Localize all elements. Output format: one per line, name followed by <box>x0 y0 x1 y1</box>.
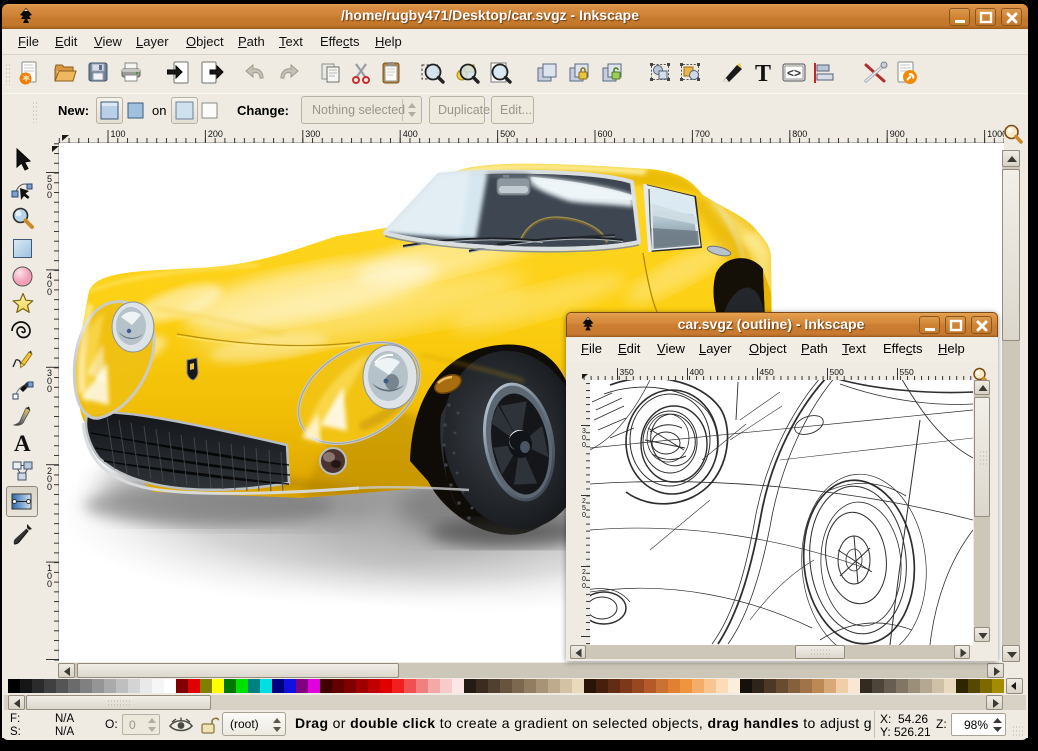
svg-text:600: 600 <box>598 129 613 139</box>
svg-text:500: 500 <box>500 129 515 139</box>
svg-text:0: 0 <box>582 512 586 519</box>
svg-text:T: T <box>755 61 771 87</box>
svg-text:2: 2 <box>582 569 586 576</box>
svg-text:3: 3 <box>582 428 586 435</box>
svg-text:A: A <box>14 431 31 456</box>
svg-text:500: 500 <box>830 367 844 377</box>
svg-text:550: 550 <box>900 367 914 377</box>
svg-text:0: 0 <box>582 442 586 449</box>
svg-text:0: 0 <box>47 482 52 492</box>
svg-text:200: 200 <box>208 129 223 139</box>
svg-text:350: 350 <box>620 367 634 377</box>
svg-text:900: 900 <box>890 129 905 139</box>
svg-text:0: 0 <box>47 384 52 394</box>
svg-text:0: 0 <box>582 576 586 583</box>
svg-text:400: 400 <box>403 129 418 139</box>
svg-text:0: 0 <box>582 435 586 442</box>
svg-text:2: 2 <box>582 498 586 505</box>
svg-text:1000: 1000 <box>987 129 1004 139</box>
svg-text:300: 300 <box>305 129 320 139</box>
svg-text:700: 700 <box>695 129 710 139</box>
svg-text:0: 0 <box>47 579 52 589</box>
svg-text:450: 450 <box>760 367 774 377</box>
svg-text:<>: <> <box>787 66 801 80</box>
svg-text:0: 0 <box>47 190 52 200</box>
svg-text:0: 0 <box>582 583 586 590</box>
svg-text:400: 400 <box>690 367 704 377</box>
svg-text:5: 5 <box>582 505 586 512</box>
svg-text:0: 0 <box>47 287 52 297</box>
svg-text:800: 800 <box>792 129 807 139</box>
svg-text:100: 100 <box>111 129 126 139</box>
